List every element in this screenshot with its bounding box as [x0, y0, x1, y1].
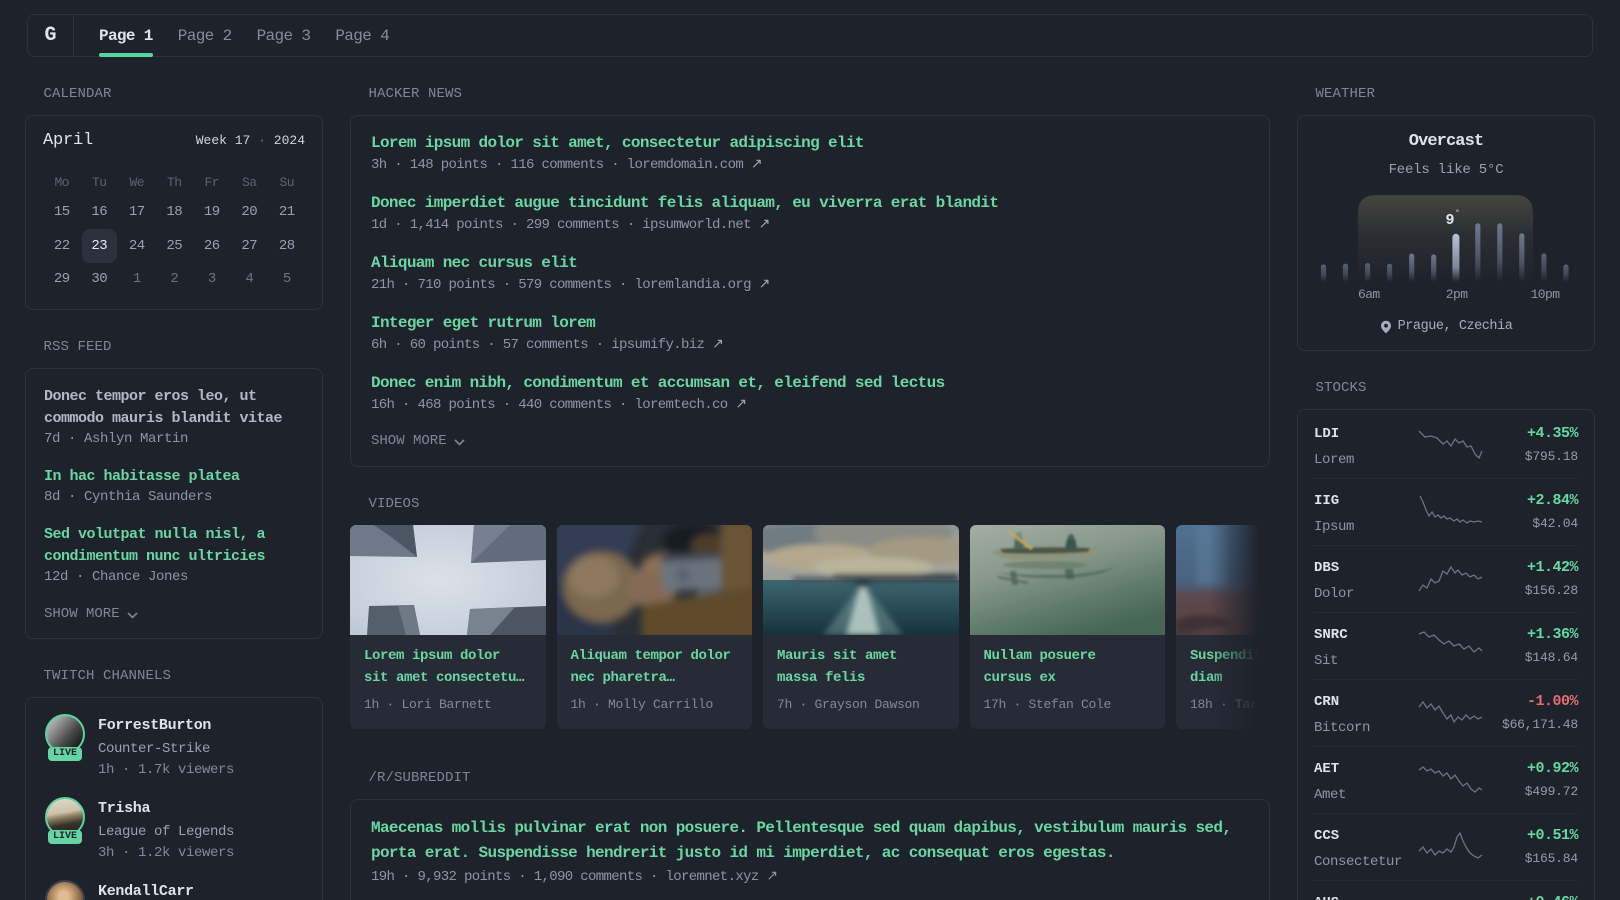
svg-text:9: 9 — [1445, 212, 1454, 229]
svg-text:°: ° — [1455, 209, 1460, 219]
